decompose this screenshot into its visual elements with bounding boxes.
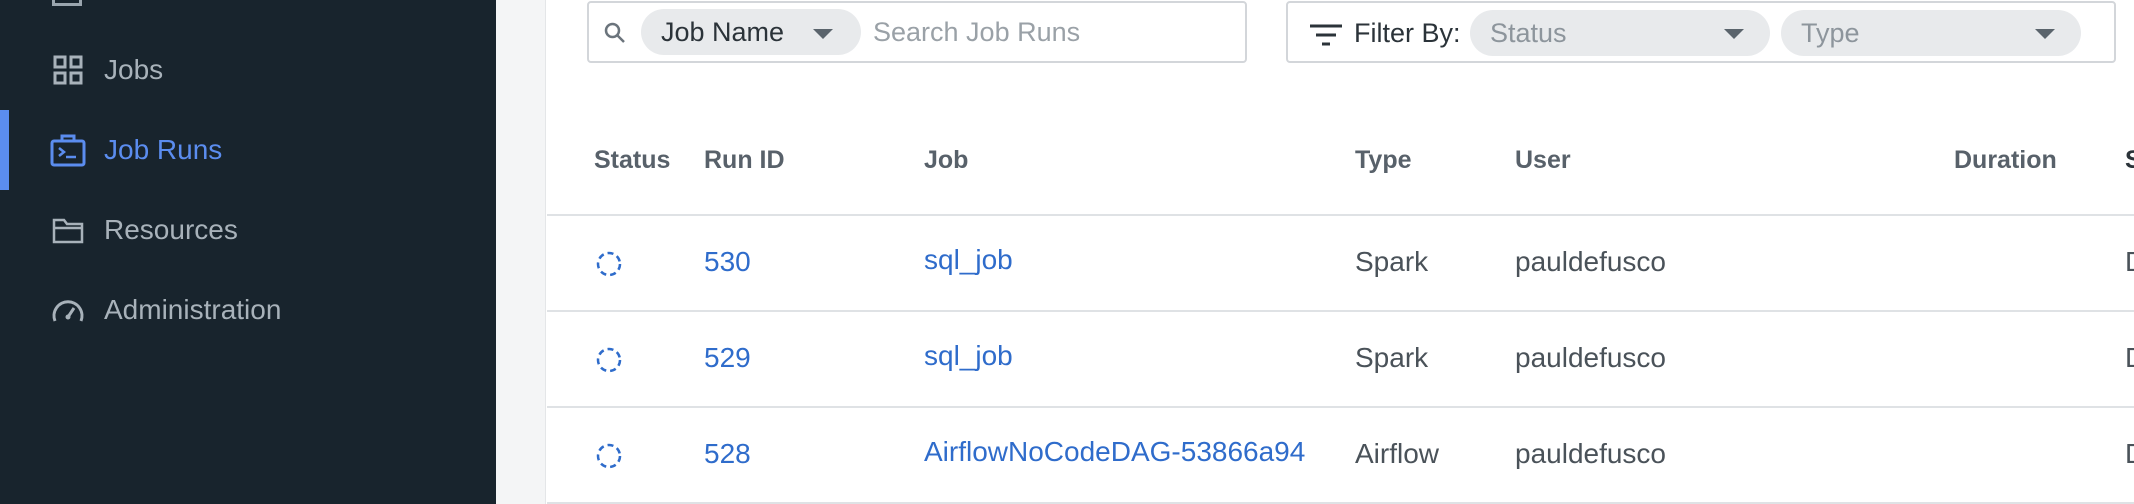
chevron-down-icon [2035, 29, 2055, 39]
sidebar-item-administration[interactable]: Administration [0, 270, 496, 350]
run-id-link[interactable]: 529 [704, 342, 751, 374]
gauge-icon [48, 290, 88, 330]
truncated-cell: D [2125, 342, 2134, 374]
grid-icon [48, 50, 88, 90]
sidebar-item-resources[interactable]: Resources [0, 190, 496, 270]
filter-bar: Filter By: Status Type [1286, 1, 2116, 63]
table-header: Status Run ID Job Type User Duration S [547, 118, 2134, 216]
filter-label: Filter By: [1354, 18, 1461, 48]
running-status-icon [595, 250, 623, 283]
run-id-link[interactable]: 528 [704, 438, 751, 470]
truncated-cell: D [2125, 438, 2134, 470]
chevron-down-icon [813, 29, 833, 39]
status-filter-select[interactable]: Status [1470, 10, 1770, 56]
type-filter-placeholder: Type [1801, 17, 1860, 48]
sidebar-item-label: Jobs [104, 54, 164, 85]
job-runs-panel: Job Name Filter By: Status Type [547, 0, 2134, 504]
sidebar-item-label: Job Runs [104, 134, 223, 165]
running-status-icon [595, 346, 623, 379]
app-window: Jobs Job Runs Resources Administration J… [0, 0, 2134, 504]
sidebar-item-label: Administration [104, 294, 282, 325]
user-cell: pauldefusco [1515, 342, 1667, 373]
type-cell: Spark [1355, 246, 1429, 277]
sidebar-item-label: Resources [104, 214, 238, 245]
job-link[interactable]: AirflowNoCodeDAG-53866a94 [924, 436, 1305, 468]
search-input[interactable] [873, 9, 1233, 55]
column-header-user[interactable]: User [1515, 146, 1571, 175]
type-filter-select[interactable]: Type [1781, 10, 2081, 56]
column-header-status[interactable]: Status [594, 146, 670, 175]
search-icon [603, 21, 627, 50]
folder-icon [48, 210, 88, 250]
run-id-link[interactable]: 530 [704, 246, 751, 278]
sidebar: Jobs Job Runs Resources Administration [0, 0, 496, 504]
column-header-duration[interactable]: Duration [1954, 146, 2057, 175]
chevron-down-icon [1724, 29, 1744, 39]
filter-icon [1310, 23, 1342, 52]
column-header-truncated[interactable]: S [2125, 146, 2134, 175]
job-link[interactable]: sql_job [924, 244, 1013, 276]
content-gutter [496, 0, 546, 504]
search-field-label: Job Name [661, 16, 785, 47]
type-cell: Spark [1355, 342, 1429, 373]
column-header-run-id[interactable]: Run ID [704, 146, 785, 175]
running-status-icon [595, 442, 623, 475]
search-bar: Job Name [587, 1, 1247, 63]
partial-nav-icon [52, 0, 82, 6]
user-cell: pauldefusco [1515, 246, 1667, 277]
column-header-type[interactable]: Type [1355, 146, 1412, 175]
truncated-cell: D [2125, 246, 2134, 278]
status-filter-placeholder: Status [1490, 17, 1567, 48]
sidebar-item-job-runs[interactable]: Job Runs [0, 110, 496, 190]
table-row[interactable]: 529 sql_job Spark pauldefusco D [547, 312, 2134, 408]
user-cell: pauldefusco [1515, 438, 1667, 469]
type-cell: Airflow [1355, 438, 1440, 469]
table-row[interactable]: 530 sql_job Spark pauldefusco D [547, 216, 2134, 312]
table-row[interactable]: 528 AirflowNoCodeDAG-53866a94 Airflow pa… [547, 408, 2134, 504]
job-runs-icon [48, 130, 88, 170]
job-link[interactable]: sql_job [924, 340, 1013, 372]
search-field-selector[interactable]: Job Name [641, 9, 861, 55]
sidebar-item-jobs[interactable]: Jobs [0, 30, 496, 110]
column-header-job[interactable]: Job [924, 146, 968, 175]
